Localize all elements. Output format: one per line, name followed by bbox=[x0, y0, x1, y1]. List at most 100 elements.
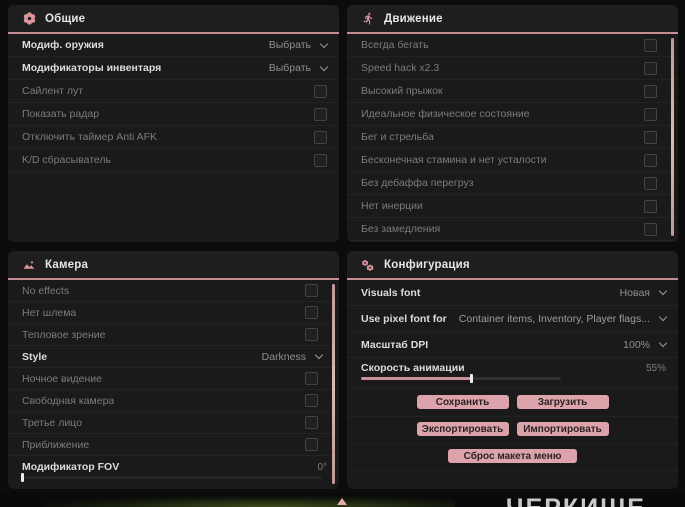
row-thermal-vision: Тепловое зрение bbox=[8, 324, 339, 346]
row-zoom: Приближение bbox=[8, 434, 339, 456]
chevron-down-icon bbox=[319, 62, 329, 71]
chevron-down-icon bbox=[658, 286, 668, 296]
load-button[interactable]: Загрузить bbox=[516, 395, 609, 409]
row-silent-loot: Сайлент лут bbox=[8, 80, 339, 103]
visuals-font-select[interactable]: Новая bbox=[620, 286, 668, 299]
row-infinite-stamina: Бесконечная стамина и нет усталости bbox=[347, 149, 678, 172]
panel-title: Камера bbox=[45, 258, 89, 271]
checkbox[interactable] bbox=[314, 130, 327, 144]
row-label: Модиф. оружия bbox=[22, 39, 104, 51]
checkbox[interactable] bbox=[314, 84, 327, 98]
checkbox[interactable] bbox=[644, 153, 657, 167]
chevron-down-icon bbox=[658, 338, 668, 348]
row-label: Бесконечная стамина и нет усталости bbox=[361, 154, 547, 166]
pixel-font-select[interactable]: Container items, Inventory, Player flags… bbox=[459, 313, 668, 325]
checkbox[interactable] bbox=[305, 306, 318, 319]
checkbox[interactable] bbox=[305, 438, 318, 451]
weapon-modifier-select[interactable]: Выбрать bbox=[269, 39, 329, 51]
import-button[interactable]: Импортировать bbox=[516, 422, 609, 436]
style-select[interactable]: Darkness bbox=[262, 351, 324, 363]
watermark-text: ЧЕРКИШЕ bbox=[506, 494, 646, 507]
row-label: K/D сбрасыватель bbox=[22, 154, 112, 166]
animation-speed-value: 55% bbox=[645, 362, 666, 374]
row-label: Нет шлема bbox=[22, 306, 77, 319]
checkbox[interactable] bbox=[644, 107, 657, 121]
checkbox[interactable] bbox=[644, 61, 657, 75]
row-animation-speed: Скорость анимации 55% bbox=[347, 358, 678, 388]
row-label: Нет инерции bbox=[361, 200, 423, 212]
row-label: Идеальное физическое состояние bbox=[361, 108, 530, 120]
row-always-run: Всегда бегать bbox=[347, 34, 678, 57]
row-label: Отключить таймер Anti AFK bbox=[22, 131, 158, 143]
animation-speed-slider[interactable] bbox=[361, 374, 561, 383]
row-pixel-font: Use pixel font for Container items, Inve… bbox=[347, 306, 678, 332]
row-night-vision: Ночное видение bbox=[8, 368, 339, 390]
panel-general-body: Модиф. оружия Выбрать Модификаторы инвен… bbox=[8, 34, 339, 242]
row-label: Без дебаффа перегруз bbox=[361, 177, 474, 189]
reset-menu-layout-button[interactable]: Сброс макета меню bbox=[447, 449, 578, 463]
row-label: Speed hack x2.3 bbox=[361, 62, 440, 74]
row-speed-hack: Speed hack x2.3 bbox=[347, 57, 678, 80]
dpi-scale-select[interactable]: 100% bbox=[623, 338, 668, 351]
checkbox[interactable] bbox=[644, 199, 657, 213]
image-icon bbox=[22, 258, 36, 272]
button-row-save-load: Сохранить Загрузить bbox=[347, 388, 678, 417]
row-visuals-font: Visuals font Новая bbox=[347, 280, 678, 306]
checkbox[interactable] bbox=[644, 222, 657, 236]
checkbox[interactable] bbox=[305, 328, 318, 341]
checkbox[interactable] bbox=[644, 84, 657, 98]
row-label: Сайлент лут bbox=[22, 85, 84, 97]
row-label: Высокий прыжок bbox=[361, 85, 443, 97]
panel-movement: Движение Всегда бегать Speed hack x2.3 В… bbox=[347, 5, 678, 242]
row-label: Скорость анимации bbox=[361, 362, 465, 374]
scrollbar[interactable] bbox=[332, 284, 335, 484]
panel-config-body: Visuals font Новая Use pixel font for Co… bbox=[347, 280, 678, 489]
export-button[interactable]: Экспортировать bbox=[416, 422, 509, 436]
row-no-effects: No effects bbox=[8, 280, 339, 302]
checkbox[interactable] bbox=[644, 38, 657, 52]
row-label: Показать радар bbox=[22, 108, 100, 120]
row-label: Ночное видение bbox=[22, 372, 102, 385]
save-button[interactable]: Сохранить bbox=[416, 395, 509, 409]
scrollbar[interactable] bbox=[671, 38, 674, 236]
row-no-inertia: Нет инерции bbox=[347, 195, 678, 218]
row-label: Всегда бегать bbox=[361, 39, 429, 51]
panel-config-header[interactable]: Конфигурация bbox=[347, 251, 678, 280]
slider-track[interactable] bbox=[22, 476, 322, 479]
panel-camera-header[interactable]: Камера bbox=[8, 251, 339, 280]
row-third-person: Третье лицо bbox=[8, 412, 339, 434]
flower-icon bbox=[22, 12, 36, 26]
row-label: Свободная камера bbox=[22, 394, 115, 407]
runner-icon bbox=[361, 12, 375, 26]
checkbox[interactable] bbox=[305, 394, 318, 407]
row-run-and-shoot: Бег и стрельба bbox=[347, 126, 678, 149]
panel-general-header[interactable]: Общие bbox=[8, 5, 339, 34]
row-no-overload-debuff: Без дебаффа перегруз bbox=[347, 172, 678, 195]
checkbox[interactable] bbox=[314, 107, 327, 121]
row-label: Без замедления bbox=[361, 223, 441, 235]
checkbox[interactable] bbox=[305, 416, 318, 429]
row-high-jump: Высокий прыжок bbox=[347, 80, 678, 103]
slider-thumb[interactable] bbox=[470, 374, 473, 383]
checkbox[interactable] bbox=[305, 372, 318, 385]
checkbox[interactable] bbox=[644, 130, 657, 144]
checkbox[interactable] bbox=[314, 153, 327, 167]
row-no-helmet: Нет шлема bbox=[8, 302, 339, 324]
row-weapon-modifier: Модиф. оружия Выбрать bbox=[8, 34, 339, 57]
panel-movement-header[interactable]: Движение bbox=[347, 5, 678, 34]
slider-thumb[interactable] bbox=[21, 473, 24, 482]
checkbox[interactable] bbox=[644, 176, 657, 190]
inventory-modifiers-select[interactable]: Выбрать bbox=[269, 62, 329, 74]
row-inventory-modifiers: Модификаторы инвентаря Выбрать bbox=[8, 57, 339, 80]
panel-config: Конфигурация Visuals font Новая Use pixe… bbox=[347, 251, 678, 489]
row-style: Style Darkness bbox=[8, 346, 339, 368]
panel-title: Конфигурация bbox=[384, 258, 470, 271]
checkbox[interactable] bbox=[305, 284, 318, 297]
row-label: Тепловое зрение bbox=[22, 328, 106, 341]
row-label: Приближение bbox=[22, 438, 90, 451]
mod-menu-screen: Общие Модиф. оружия Выбрать Модификаторы… bbox=[0, 0, 685, 507]
row-dpi-scale: Масштаб DPI 100% bbox=[347, 332, 678, 358]
row-label: No effects bbox=[22, 284, 70, 297]
fov-slider[interactable] bbox=[21, 473, 322, 482]
row-fov-modifier: Модификатор FOV 0° bbox=[8, 456, 339, 487]
